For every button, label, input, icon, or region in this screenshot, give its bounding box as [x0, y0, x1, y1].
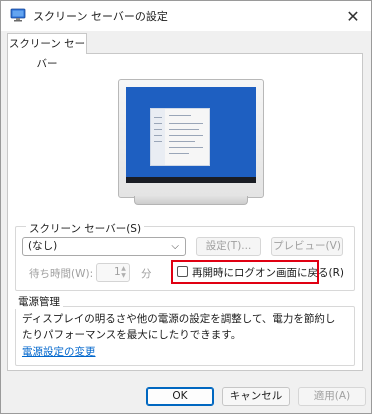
resume-logon-checkbox[interactable]	[177, 266, 188, 277]
wait-time-label: 待ち時間(W):	[29, 268, 94, 280]
cancel-button[interactable]: キャンセル	[222, 387, 290, 406]
monitor-preview	[118, 79, 264, 198]
window-title: スクリーン セーバーの設定	[33, 10, 168, 23]
display-settings-icon	[10, 8, 26, 22]
close-icon: ✕	[346, 6, 360, 26]
resume-logon-label[interactable]: 再開時にログオン画面に戻る(R)	[192, 265, 344, 280]
preview-taskbar	[126, 177, 256, 183]
dropdown-selected-value: (なし)	[28, 240, 58, 252]
title-bar: スクリーン セーバーの設定 ✕	[1, 1, 371, 31]
preview-button[interactable]: プレビュー(V)	[271, 237, 343, 256]
apply-button[interactable]: 適用(A)	[298, 387, 366, 406]
preview-window-thumbnail	[150, 108, 210, 166]
close-button[interactable]: ✕	[335, 1, 371, 31]
spinner-arrows-icon: ▲ ▼	[121, 265, 126, 279]
tab-screensaver[interactable]: スクリーン セーバー	[7, 33, 87, 70]
preview-screen	[126, 87, 256, 183]
wait-time-stepper[interactable]: 1 ▲ ▼	[96, 263, 130, 282]
power-group-label: 電源管理	[15, 294, 63, 309]
screensaver-settings-window: スクリーン セーバーの設定 ✕ スクリーン セーバー スクリーン セーバー(S)…	[0, 0, 372, 414]
screensaver-dropdown[interactable]: (なし) ⌵	[22, 237, 186, 256]
chevron-down-icon: ⌵	[171, 241, 179, 252]
wait-time-unit: 分	[141, 268, 152, 280]
power-description: ディスプレイの明るさや他の電源の設定を調整して、電力を節約したりパフォーマンスを…	[22, 313, 336, 341]
change-power-settings-link[interactable]: 電源設定の変更	[22, 344, 96, 359]
screensaver-group-label: スクリーン セーバー(S)	[26, 221, 145, 236]
ok-button[interactable]: OK	[146, 387, 214, 406]
monitor-stand	[134, 196, 248, 205]
settings-button[interactable]: 設定(T)...	[196, 237, 261, 256]
